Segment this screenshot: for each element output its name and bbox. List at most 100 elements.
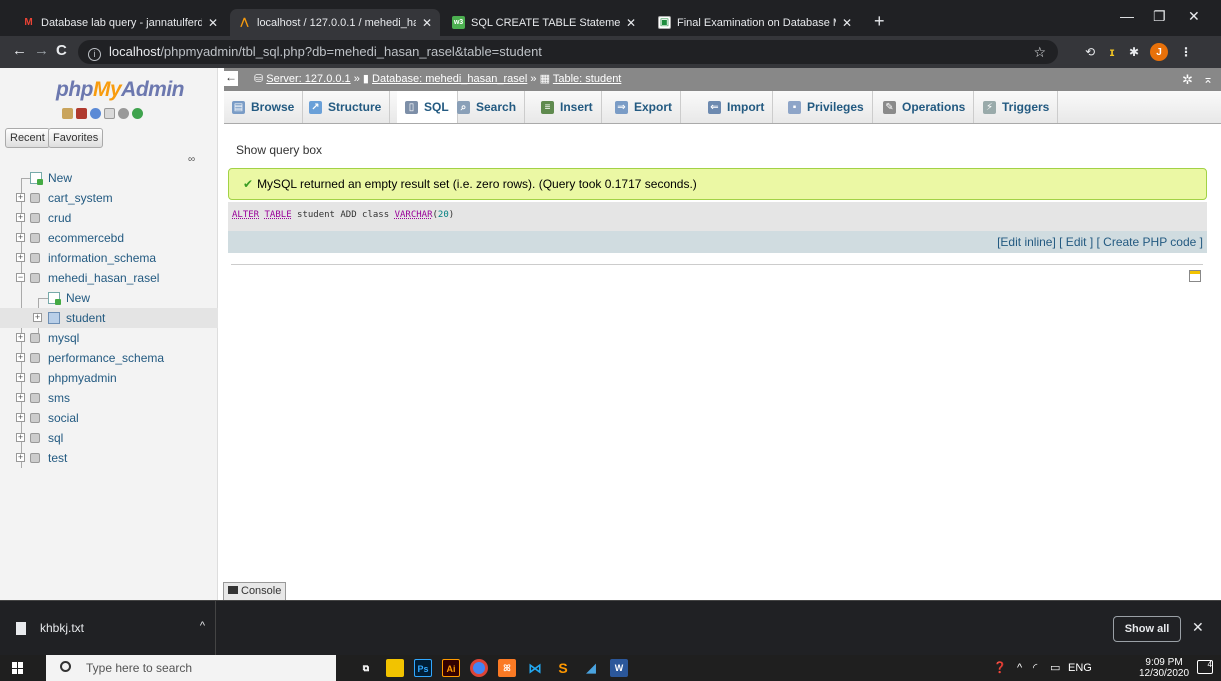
profile-avatar[interactable]: J bbox=[1150, 43, 1168, 61]
language-indicator[interactable]: ENG bbox=[1068, 655, 1092, 681]
expand-plus-icon[interactable]: + bbox=[16, 193, 25, 202]
sql-keyword[interactable]: TABLE bbox=[265, 210, 292, 220]
close-downloads-bar-icon[interactable]: ✕ bbox=[1192, 619, 1204, 636]
edit-link[interactable]: [ Edit ] bbox=[1059, 235, 1093, 249]
chrome-icon[interactable] bbox=[470, 659, 488, 677]
tree-item-database[interactable]: + test bbox=[0, 448, 218, 468]
task-view-icon[interactable]: ⧉ bbox=[357, 659, 375, 677]
close-tab-icon[interactable]: ✕ bbox=[842, 16, 852, 30]
reload-icon[interactable]: C bbox=[56, 43, 67, 59]
console-toggle[interactable]: Console bbox=[223, 582, 287, 600]
expand-plus-icon[interactable]: + bbox=[16, 353, 25, 362]
tree-item-database[interactable]: + crud bbox=[0, 208, 218, 228]
expand-plus-icon[interactable]: + bbox=[33, 313, 42, 322]
extension-icon[interactable]: ⟲ bbox=[1081, 43, 1099, 61]
docs-icon[interactable] bbox=[104, 108, 115, 119]
tab-insert[interactable]: ≡ Insert bbox=[533, 91, 602, 123]
windows-start-icon[interactable] bbox=[12, 662, 24, 674]
show-all-downloads-button[interactable]: Show all bbox=[1113, 616, 1181, 642]
breadcrumb-database[interactable]: Database: mehedi_hasan_rasel bbox=[372, 73, 527, 85]
tree-item-database[interactable]: + mysql bbox=[0, 328, 218, 348]
expand-plus-icon[interactable]: + bbox=[16, 333, 25, 342]
close-tab-icon[interactable]: ✕ bbox=[422, 16, 432, 30]
tree-item-database[interactable]: + sms bbox=[0, 388, 218, 408]
tree-item-new[interactable]: New bbox=[0, 168, 218, 188]
collapse-minus-icon[interactable]: − bbox=[16, 273, 25, 282]
word-icon[interactable]: W bbox=[610, 659, 628, 677]
expand-plus-icon[interactable]: + bbox=[16, 393, 25, 402]
tree-item-database[interactable]: + phpmyadmin bbox=[0, 368, 218, 388]
info-icon[interactable]: i bbox=[88, 48, 101, 61]
tree-item-database-expanded[interactable]: − mehedi_hasan_rasel bbox=[0, 268, 218, 288]
close-window-icon[interactable]: ✕ bbox=[1188, 8, 1200, 25]
tree-item-database[interactable]: + information_schema bbox=[0, 248, 218, 268]
reload-navigation-icon[interactable] bbox=[132, 108, 143, 119]
tab-gmail[interactable]: M Database lab query - jannatulferd ✕ bbox=[14, 9, 226, 36]
wifi-icon[interactable]: ◜ bbox=[1033, 655, 1037, 681]
breadcrumb-table[interactable]: Table: student bbox=[553, 73, 622, 85]
tree-item-database[interactable]: + performance_schema bbox=[0, 348, 218, 368]
expand-plus-icon[interactable]: + bbox=[16, 233, 25, 242]
restore-icon[interactable]: ❐ bbox=[1153, 8, 1166, 25]
bookmark-star-icon[interactable]: ☆ bbox=[1033, 40, 1046, 64]
home-icon[interactable] bbox=[62, 108, 73, 119]
address-bar[interactable]: i localhost/phpmyadmin/tbl_sql.php?db=meh… bbox=[78, 40, 1058, 64]
tree-item-database[interactable]: + ecommercebd bbox=[0, 228, 218, 248]
close-tab-icon[interactable]: ✕ bbox=[208, 16, 218, 30]
tab-w3schools[interactable]: w3 SQL CREATE TABLE Statement ✕ bbox=[444, 9, 644, 36]
expand-plus-icon[interactable]: + bbox=[16, 413, 25, 422]
sublime-text-icon[interactable]: S bbox=[554, 659, 572, 677]
minimize-icon[interactable]: — bbox=[1120, 8, 1134, 24]
tree-item-database[interactable]: + sql bbox=[0, 428, 218, 448]
collapse-menu-icon[interactable]: ⌅ bbox=[1203, 68, 1213, 91]
recent-tables-button[interactable]: Recent bbox=[5, 128, 50, 148]
tab-structure[interactable]: ↗ Structure bbox=[301, 91, 391, 123]
chevron-up-icon[interactable]: ^ bbox=[1017, 655, 1022, 681]
tree-item-table-student[interactable]: + student bbox=[0, 308, 218, 328]
settings-icon[interactable] bbox=[118, 108, 129, 119]
close-tab-icon[interactable]: ✕ bbox=[626, 16, 636, 30]
xampp-icon[interactable]: ꕤ bbox=[498, 659, 516, 677]
phpmyadmin-logo[interactable]: phpMyAdmin bbox=[56, 78, 184, 102]
expand-plus-icon[interactable]: + bbox=[16, 253, 25, 262]
tab-phpmyadmin[interactable]: ⋀ localhost / 127.0.0.1 / mehedi_ha ✕ bbox=[230, 9, 440, 36]
download-item[interactable]: khbkj.txt ^ bbox=[10, 601, 216, 655]
extensions-puzzle-icon[interactable]: ✱ bbox=[1125, 43, 1143, 61]
extension-icon[interactable]: ɪ bbox=[1103, 43, 1121, 61]
show-query-box-link[interactable]: Show query box bbox=[236, 143, 322, 157]
breadcrumb-server[interactable]: Server: 127.0.0.1 bbox=[266, 73, 350, 85]
logout-icon[interactable] bbox=[76, 108, 87, 119]
vscode-icon[interactable]: ⋈ bbox=[526, 659, 544, 677]
forward-arrow-icon[interactable]: → bbox=[34, 43, 49, 59]
tab-privileges[interactable]: ▪ Privileges bbox=[780, 91, 873, 123]
tab-operations[interactable]: ✎ Operations bbox=[875, 91, 975, 123]
taskbar-clock[interactable]: 9:09 PM 12/30/2020 bbox=[1139, 657, 1189, 679]
sql-keyword[interactable]: ALTER bbox=[232, 210, 259, 220]
tree-item-new-table[interactable]: New bbox=[0, 288, 218, 308]
notification-center-icon[interactable]: 4 bbox=[1197, 660, 1213, 674]
file-explorer-icon[interactable] bbox=[386, 659, 404, 677]
illustrator-icon[interactable]: Ai bbox=[442, 659, 460, 677]
tree-item-database[interactable]: + cart_system bbox=[0, 188, 218, 208]
tab-export[interactable]: ⇒ Export bbox=[607, 91, 682, 123]
battery-icon[interactable]: ▭ bbox=[1050, 655, 1060, 681]
tab-import[interactable]: ⇐ Import bbox=[700, 91, 774, 123]
expand-plus-icon[interactable]: + bbox=[16, 433, 25, 442]
help-tray-icon[interactable]: ❓ bbox=[993, 655, 1007, 681]
tab-triggers[interactable]: ⚡ Triggers bbox=[975, 91, 1059, 123]
link-with-main-panel-icon[interactable]: ∞ bbox=[188, 154, 195, 165]
photoshop-icon[interactable]: Ps bbox=[414, 659, 432, 677]
new-tab-icon[interactable]: + bbox=[874, 12, 885, 30]
expand-plus-icon[interactable]: + bbox=[16, 453, 25, 462]
app-icon[interactable]: ◢ bbox=[582, 659, 600, 677]
chevron-up-icon[interactable]: ^ bbox=[200, 620, 205, 632]
browser-menu-icon[interactable]: ⋮ bbox=[1177, 43, 1195, 61]
sql-keyword[interactable]: VARCHAR bbox=[395, 210, 433, 220]
back-arrow-icon[interactable]: ← bbox=[12, 43, 27, 59]
bookmark-note-icon[interactable] bbox=[1189, 270, 1201, 282]
taskbar-search-box[interactable]: Type here to search bbox=[46, 655, 336, 681]
tab-browse[interactable]: ▤ Browse bbox=[224, 91, 304, 123]
expand-plus-icon[interactable]: + bbox=[16, 373, 25, 382]
tab-search[interactable]: ⌕ Search bbox=[449, 91, 526, 123]
tree-item-database[interactable]: + social bbox=[0, 408, 218, 428]
